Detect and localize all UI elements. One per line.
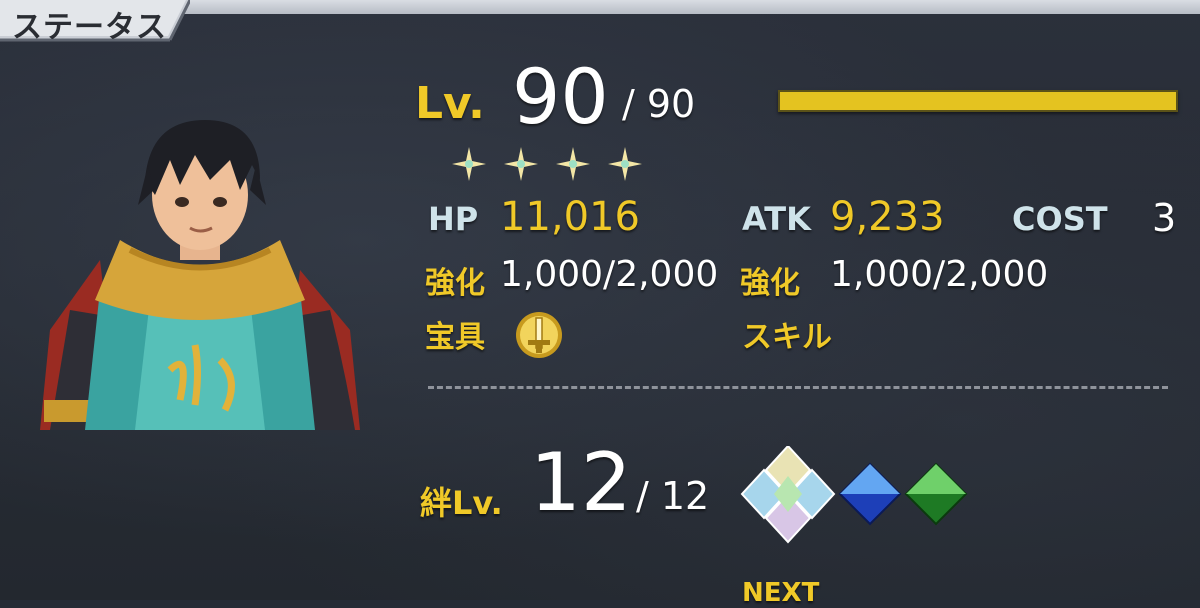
hp-enhance-label: 強化 (425, 266, 485, 301)
divider (428, 386, 1168, 389)
sword-coin-icon[interactable] (514, 310, 564, 360)
star-icon (608, 147, 642, 181)
rarity-stars (450, 145, 650, 185)
atk-enhance-label: 強化 (740, 266, 800, 301)
bond-gems (740, 446, 968, 544)
level-value: 90 (512, 52, 609, 141)
hp-enhance-value: 1,000/2,000 (500, 254, 719, 295)
level-max: / 90 (622, 82, 696, 126)
level-label: Lv. (415, 78, 485, 129)
atk-enhance-value: 1,000/2,000 (830, 254, 1049, 295)
status-tab: ステータス (0, 0, 190, 45)
hp-value: 11,016 (500, 194, 640, 240)
atk-value: 9,233 (830, 194, 945, 240)
bond-level-label: 絆Lv. (420, 484, 503, 522)
level-progress-bar (778, 90, 1178, 112)
hp-label: HP (428, 200, 479, 238)
bond-level-value: 12 (530, 436, 632, 529)
star-icon (452, 147, 486, 181)
noble-phantasm-label: 宝具 (425, 320, 485, 355)
character-portrait (40, 120, 360, 430)
atk-label: ATK (742, 200, 811, 238)
star-icon (504, 147, 538, 181)
rainbow-gem-icon (740, 446, 836, 544)
next-label: NEXT (742, 578, 820, 608)
star-icon (556, 147, 590, 181)
bond-level-max: / 12 (636, 474, 710, 518)
skill-label: スキル (742, 320, 832, 355)
cost-value: 3 (1152, 196, 1177, 240)
green-gem-icon (904, 462, 968, 526)
cost-label: COST (1012, 200, 1108, 238)
blue-gem-icon (838, 462, 902, 526)
tab-title: ステータス (12, 10, 167, 45)
